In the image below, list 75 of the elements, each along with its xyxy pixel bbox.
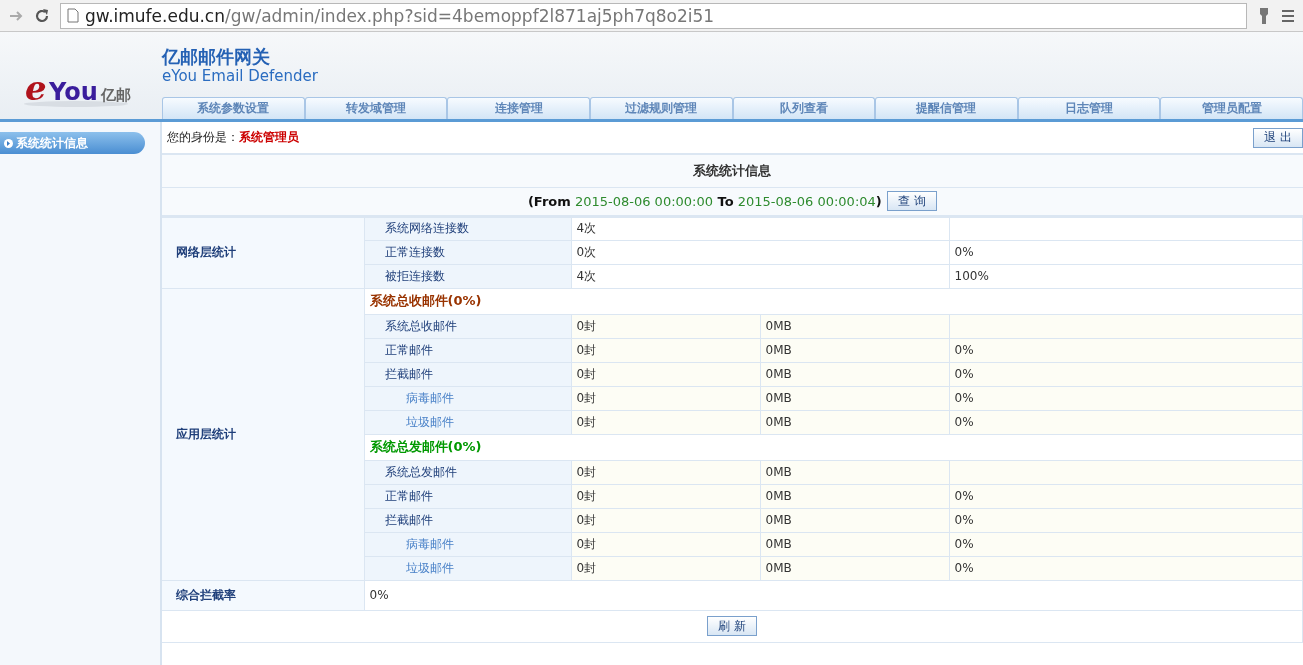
stat-count: 0封 <box>571 362 760 386</box>
stat-percent: 0% <box>949 532 1303 556</box>
stat-name: 拦截邮件 <box>364 362 571 386</box>
nav-tab[interactable]: 管理员配置 <box>1160 97 1303 119</box>
stat-name: 正常邮件 <box>364 484 571 508</box>
nav-tab[interactable]: 连接管理 <box>447 97 590 119</box>
section-label: 应用层统计 <box>162 288 364 580</box>
stat-count: 0封 <box>571 532 760 556</box>
stat-name: 被拒连接数 <box>364 264 571 288</box>
stat-name: 病毒邮件 <box>364 532 571 556</box>
section-label: 网络层统计 <box>162 216 364 288</box>
stat-percent: 0% <box>949 556 1303 580</box>
stat-size: 0MB <box>760 460 949 484</box>
stat-count: 4次 <box>571 216 949 240</box>
logo: eYou 亿邮 <box>21 57 141 108</box>
stat-count: 0封 <box>571 314 760 338</box>
stat-name: 正常连接数 <box>364 240 571 264</box>
stat-name: 系统总发邮件 <box>364 460 571 484</box>
group-title: 系统总收邮件(0%) <box>369 293 482 308</box>
stat-name: 系统网络连接数 <box>364 216 571 240</box>
stat-name: 垃圾邮件 <box>364 410 571 434</box>
section-label: 综合拦截率 <box>162 580 364 610</box>
stat-size: 0MB <box>760 362 949 386</box>
nav-tab[interactable]: 过滤规则管理 <box>589 97 733 119</box>
arrow-circle-icon <box>4 138 13 148</box>
nav-tab[interactable]: 提醒信管理 <box>875 97 1018 119</box>
stat-percent: 0% <box>949 386 1303 410</box>
page-icon <box>67 8 79 23</box>
identity-text: 您的身份是：系统管理员 <box>167 129 299 146</box>
stats-title: 系统统计信息 <box>162 155 1303 187</box>
stat-count: 0封 <box>571 386 760 410</box>
stat-count: 0封 <box>571 460 760 484</box>
nav-tab[interactable]: 日志管理 <box>1017 97 1161 119</box>
address-bar[interactable]: gw.imufe.edu.cn/gw/admin/index.php?sid=4bemoppf2l871aj5ph7q8o2i51 <box>60 2 1247 29</box>
stat-name: 系统总收邮件 <box>364 314 571 338</box>
stat-size: 0MB <box>760 410 949 434</box>
nav-tab[interactable]: 转发域管理 <box>304 97 448 119</box>
stat-count: 0次 <box>571 240 949 264</box>
nav-tab[interactable]: 系统参数设置 <box>162 97 305 119</box>
stat-percent: 0% <box>949 484 1303 508</box>
query-button[interactable]: 查 询 <box>886 191 937 211</box>
stat-percent: 100% <box>949 264 1303 288</box>
menu-icon[interactable] <box>1281 8 1295 23</box>
stat-percent: 0% <box>949 240 1303 264</box>
nav-tab[interactable]: 队列查看 <box>732 97 876 119</box>
stat-count: 0封 <box>571 338 760 362</box>
stat-count: 4次 <box>571 264 949 288</box>
app-subtitle: eYou Email Defender <box>162 67 319 85</box>
logout-button[interactable]: 退 出 <box>1253 127 1303 148</box>
refresh-button[interactable]: 刷 新 <box>707 616 757 636</box>
stat-count: 0封 <box>571 410 760 434</box>
stat-count: 0封 <box>571 508 760 532</box>
reload-icon[interactable] <box>34 7 50 24</box>
stat-name: 拦截邮件 <box>364 508 571 532</box>
sidebar-item[interactable]: 系统统计信息 <box>0 132 145 154</box>
stat-size: 0MB <box>760 556 949 580</box>
stat-count: 0封 <box>571 556 760 580</box>
group-title: 系统总发邮件(0%) <box>369 439 482 454</box>
stat-size: 0MB <box>760 484 949 508</box>
overall-rate: 0% <box>364 580 1303 610</box>
date-range: (From 2015-08-06 00:00:00 To 2015-08-06 00:00:04) <box>527 193 882 209</box>
stat-size: 0MB <box>760 532 949 556</box>
stat-count: 0封 <box>571 484 760 508</box>
stat-percent: 0% <box>949 362 1303 386</box>
stat-size: 0MB <box>760 338 949 362</box>
stat-percent: 0% <box>949 410 1303 434</box>
stat-size: 0MB <box>760 314 949 338</box>
stat-percent: 0% <box>949 338 1303 362</box>
stat-name: 正常邮件 <box>364 338 571 362</box>
stat-name: 垃圾邮件 <box>364 556 571 580</box>
stat-name: 病毒邮件 <box>364 386 571 410</box>
stat-size: 0MB <box>760 508 949 532</box>
stat-size: 0MB <box>760 386 949 410</box>
app-title: 亿邮邮件网关 <box>162 47 271 67</box>
stat-percent: 0% <box>949 508 1303 532</box>
